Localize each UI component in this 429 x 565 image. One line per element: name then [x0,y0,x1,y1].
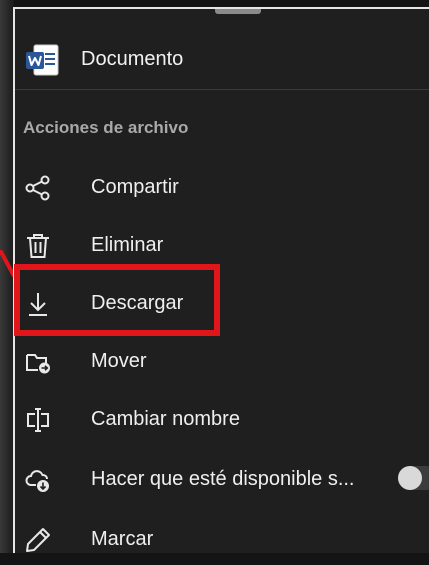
cloud-download-icon [25,467,51,493]
action-label: Cambiar nombre [91,408,240,430]
action-label: Descargar [91,292,184,314]
download-icon [25,291,51,317]
pen-icon [25,527,51,553]
action-share[interactable]: Compartir [15,163,429,213]
action-label: Compartir [91,176,179,198]
action-label: Marcar [91,528,154,550]
section-label: Acciones de archivo [23,118,189,137]
offline-toggle[interactable] [398,466,429,490]
file-actions-sheet: Documento Acciones de archivo Compartir [13,7,429,553]
document-header: Documento [15,37,429,85]
action-label: Eliminar [91,234,164,256]
background-edge [0,0,14,553]
action-download[interactable]: Descargar [15,279,429,329]
document-title: Documento [81,48,184,70]
divider [15,89,429,90]
share-icon [25,175,51,201]
action-move[interactable]: Mover [15,337,429,387]
move-folder-icon [25,349,51,375]
action-label: Hacer que esté disponible s... [91,468,355,490]
action-offline[interactable]: Hacer que esté disponible s... [15,455,429,505]
rename-icon [25,407,51,433]
trash-icon [25,233,51,259]
word-icon [25,44,61,76]
toggle-knob [398,466,422,490]
action-label: Mover [91,350,147,372]
action-rename[interactable]: Cambiar nombre [15,395,429,445]
drag-handle[interactable] [215,9,261,14]
action-delete[interactable]: Eliminar [15,221,429,271]
action-markup[interactable]: Marcar [15,515,429,565]
